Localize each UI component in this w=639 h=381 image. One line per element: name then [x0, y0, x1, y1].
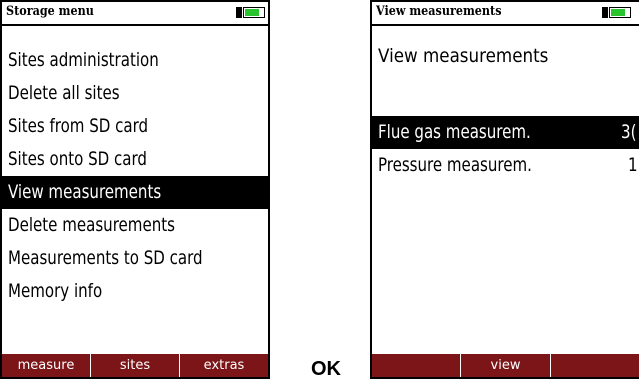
menu-item-view-measurements[interactable]: View measurements — [2, 176, 268, 209]
softkey-extras[interactable]: extras — [179, 354, 268, 377]
storage-menu-list: Sites administration Delete all sites Si… — [2, 44, 268, 308]
view-measurements-screen: View measurements View measurements Flue… — [370, 0, 639, 379]
softkey-bar: measure sites extras — [2, 354, 268, 377]
softkey-view[interactable]: view — [460, 354, 549, 377]
flue-gas-count: 3( — [621, 121, 637, 143]
pressure-count: 1 — [628, 154, 638, 176]
screen-heading: View measurements — [378, 45, 549, 67]
screen-title: Storage menu — [6, 4, 94, 19]
softkey-empty-left[interactable] — [372, 354, 460, 377]
softkey-measure[interactable]: measure — [2, 354, 90, 377]
menu-item-memory-info[interactable]: Memory info — [2, 275, 268, 308]
menu-item-sites-administration[interactable]: Sites administration — [2, 44, 268, 77]
ok-key-label: OK — [311, 358, 341, 380]
menu-item-delete-all-sites[interactable]: Delete all sites — [2, 77, 268, 110]
menu-item-pressure-measurement[interactable]: Pressure measurem. 1 — [372, 149, 639, 182]
softkey-sites[interactable]: sites — [90, 354, 179, 377]
menu-item-flue-gas-measurement[interactable]: Flue gas measurem. 3( — [372, 116, 639, 149]
menu-item-sites-from-sd-card[interactable]: Sites from SD card — [2, 110, 268, 143]
title-bar: View measurements — [372, 2, 639, 26]
battery-icon — [236, 7, 266, 18]
softkey-bar: view — [372, 354, 639, 377]
storage-menu-screen: Storage menu Sites administration Delete… — [0, 0, 270, 379]
softkey-empty-right[interactable] — [549, 354, 639, 377]
measurement-type-list: Flue gas measurem. 3( Pressure measurem.… — [372, 116, 639, 182]
battery-icon — [602, 7, 632, 18]
menu-item-measurements-to-sd-card[interactable]: Measurements to SD card — [2, 242, 268, 275]
screen-title: View measurements — [376, 4, 502, 19]
menu-item-sites-onto-sd-card[interactable]: Sites onto SD card — [2, 143, 268, 176]
menu-item-delete-measurements[interactable]: Delete measurements — [2, 209, 268, 242]
title-bar: Storage menu — [2, 2, 268, 26]
